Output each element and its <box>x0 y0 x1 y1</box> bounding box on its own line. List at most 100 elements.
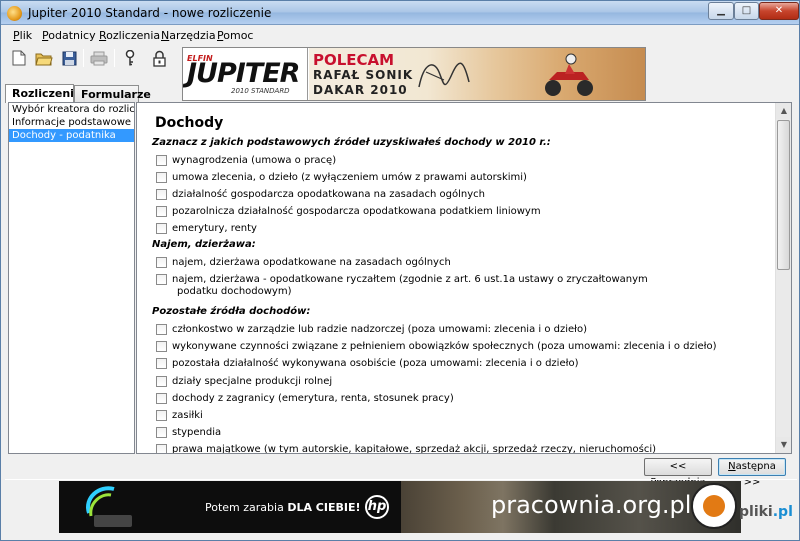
income-checkbox-row[interactable]: umowa zlecenia, o dzieło (z wyłączeniem … <box>156 171 527 184</box>
checkbox[interactable] <box>156 427 167 438</box>
checkbox-label: pozarolnicza działalność gospodarcza opo… <box>172 206 541 217</box>
section-heading: Zaznacz z jakich podstawowych źródeł uzy… <box>152 137 551 148</box>
checkbox[interactable] <box>156 341 167 352</box>
checkbox[interactable] <box>156 358 167 369</box>
save-icon[interactable] <box>59 48 79 68</box>
checkbox[interactable] <box>156 444 167 453</box>
income-checkbox-row[interactable]: emerytury, renty <box>156 222 257 235</box>
checkbox[interactable] <box>156 376 167 387</box>
menu-podatnicy[interactable]: Podatnicy <box>42 29 96 42</box>
pracownia-url: pracownia.org.pl <box>491 491 692 519</box>
next-mnemonic: N <box>728 461 736 472</box>
hp-slogan-part: Potem zarabia <box>205 501 288 514</box>
list-item[interactable]: Informacje podstawowe <box>9 116 134 129</box>
checkbox-label: stypendia <box>172 427 222 438</box>
list-item[interactable]: Wybór kreatora do rozliczenia <box>9 103 134 116</box>
lock-icon[interactable] <box>149 48 169 68</box>
menu-rozliczenia[interactable]: Rozliczenia <box>99 29 160 42</box>
scroll-up-icon[interactable]: ▲ <box>776 103 791 119</box>
scroll-down-icon[interactable]: ▼ <box>776 437 791 453</box>
income-checkbox-row[interactable]: prawa majątkowe (w tym autorskie, kapita… <box>156 443 657 454</box>
income-checkbox-row[interactable]: wykonywane czynności związane z pełnieni… <box>156 340 717 353</box>
income-checkbox-row[interactable]: pozostała działalność wykonywana osobiśc… <box>156 357 578 370</box>
printer-swirl-image <box>86 486 132 527</box>
income-checkbox-row[interactable]: działalność gospodarcza opodatkowana na … <box>156 188 485 201</box>
checkbox-label: członkostwo w zarządzie lub radzie nadzo… <box>172 324 588 335</box>
pliki-logo-tld: .pl <box>772 504 793 520</box>
checkbox[interactable] <box>156 410 167 421</box>
checkbox[interactable] <box>156 393 167 404</box>
previous-button[interactable]: << Poprzednia <box>644 458 712 488</box>
page-title: Dochody <box>155 115 224 131</box>
menu-plik[interactable]: Plik <box>13 29 32 42</box>
menu-pomoc-label: omoc <box>223 29 254 42</box>
checkbox[interactable] <box>156 324 167 335</box>
wizard-steps-list: Wybór kreatora do rozliczenia Informacje… <box>8 102 135 454</box>
hp-slogan: Potem zarabia DLA CIEBIE! <box>205 501 361 514</box>
pliki-logo: pliki.pl <box>739 504 793 520</box>
income-checkbox-row[interactable]: najem, dzierżawa opodatkowane na zasadac… <box>156 256 451 269</box>
checkbox-label: najem, dzierżawa opodatkowane na zasadac… <box>172 257 451 268</box>
checkbox-label: działy specjalne produkcji rolnej <box>172 376 333 387</box>
close-button[interactable]: ✕ <box>759 2 799 20</box>
hp-logo: hp <box>365 495 389 519</box>
checkbox-label: wykonywane czynności związane z pełnieni… <box>172 341 717 352</box>
brand-edition: 2010 STANDARD <box>231 87 290 95</box>
checkbox-label: prawa majątkowe (w tym autorskie, kapita… <box>172 444 657 454</box>
checkbox[interactable] <box>156 189 167 200</box>
menu-narzedzia[interactable]: Narzędzia <box>161 29 216 42</box>
list-item[interactable]: Dochody - podatnika <box>9 129 134 142</box>
menu-bar: Plik Podatnicy Rozliczenia Narzędzia Pom… <box>1 26 799 45</box>
checkbox-label: działalność gospodarcza opodatkowana na … <box>172 189 485 200</box>
maximize-button[interactable]: □ <box>734 2 759 20</box>
section-heading: Najem, dzierżawa: <box>152 239 256 250</box>
checkbox[interactable] <box>156 257 167 268</box>
key-icon[interactable] <box>120 48 140 68</box>
menu-pomoc[interactable]: Pomoc <box>217 29 253 42</box>
menu-plik-mnemonic: P <box>13 29 20 42</box>
new-document-icon[interactable] <box>9 48 29 68</box>
promo-line-1: POLECAM <box>313 51 395 69</box>
print-icon[interactable] <box>89 48 109 68</box>
income-checkbox-row[interactable]: działy specjalne produkcji rolnej <box>156 375 332 388</box>
income-checkbox-row[interactable]: dochody z zagranicy (emerytura, renta, s… <box>156 392 454 405</box>
menu-rozliczenia-label: ozliczenia <box>106 29 161 42</box>
checkbox-label-continuation: podatku dochodowym) <box>177 286 292 297</box>
minimize-button[interactable]: ▁ <box>708 2 734 20</box>
tab-formularze[interactable]: Formularze <box>74 85 151 103</box>
checkbox[interactable] <box>156 223 167 234</box>
top-banner[interactable]: ELFIN JUPITER 2010 STANDARD POLECAM RAFA… <box>182 47 646 101</box>
checkbox-label: dochody z zagranicy (emerytura, renta, s… <box>172 393 454 404</box>
title-bar[interactable]: Jupiter 2010 Standard - nowe rozliczenie… <box>1 1 799 25</box>
toolbar <box>1 45 181 71</box>
checkbox[interactable] <box>156 155 167 166</box>
pracownia-ad: pracownia.org.pl <box>401 481 741 533</box>
window-title: Jupiter 2010 Standard - nowe rozliczenie <box>28 6 272 20</box>
next-button[interactable]: Następna >> <box>718 458 786 488</box>
checkbox[interactable] <box>156 172 167 183</box>
checkbox-label: pozostała działalność wykonywana osobiśc… <box>172 358 579 369</box>
divider <box>5 479 797 480</box>
vertical-scrollbar[interactable]: ▲ ▼ <box>775 103 791 453</box>
income-checkbox-row[interactable]: stypendia <box>156 426 221 439</box>
menu-narzedzia-mnemonic: N <box>161 29 170 42</box>
income-checkbox-row[interactable]: pozarolnicza działalność gospodarcza opo… <box>156 205 541 218</box>
hp-slogan-bold: DLA CIEBIE! <box>287 501 361 514</box>
income-checkbox-row[interactable]: członkostwo w zarządzie lub radzie nadzo… <box>156 323 587 336</box>
signature-image <box>418 62 470 88</box>
hp-ad: Potem zarabia DLA CIEBIE! hp <box>59 481 401 533</box>
income-checkbox-row[interactable]: zasiłki <box>156 409 203 422</box>
checkbox[interactable] <box>156 206 167 217</box>
section-heading: Pozostałe źródła dochodów: <box>152 306 311 317</box>
next-label: astępna >> <box>735 461 776 488</box>
scroll-thumb[interactable] <box>777 120 790 270</box>
checkbox[interactable] <box>156 274 167 285</box>
bottom-ad-banner[interactable]: Potem zarabia DLA CIEBIE! hp pracownia.o… <box>59 481 741 533</box>
app-window: Jupiter 2010 Standard - nowe rozliczenie… <box>0 0 800 541</box>
income-checkbox-row[interactable]: wynagrodzenia (umowa o pracę) <box>156 154 336 167</box>
checkbox-label: emerytury, renty <box>172 223 257 234</box>
tab-rozliczenie[interactable]: Rozliczenie <box>5 84 81 103</box>
open-folder-icon[interactable] <box>34 48 54 68</box>
checkbox-label: wynagrodzenia (umowa o pracę) <box>172 155 337 166</box>
toolbar-separator <box>83 49 84 67</box>
